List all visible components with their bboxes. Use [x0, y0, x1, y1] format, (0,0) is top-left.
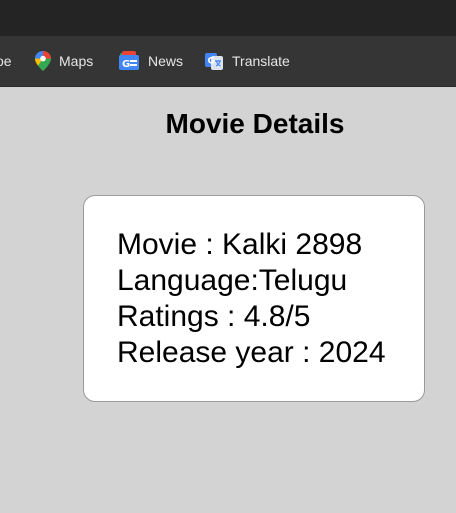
bookmark-youtube[interactable]: oe — [0, 36, 12, 86]
browser-title-bar — [0, 0, 456, 36]
movie-line: Movie : Kalki 2898 — [117, 228, 363, 261]
bookmarks-bar: oe Maps G News — [0, 36, 456, 87]
translate-icon: G — [204, 51, 224, 71]
bookmark-label: Translate — [232, 53, 290, 69]
language-line: Language:Telugu — [117, 264, 348, 297]
svg-text:G: G — [208, 57, 215, 67]
bookmark-label: Maps — [59, 53, 94, 69]
bookmark-news[interactable]: G News — [118, 36, 183, 86]
bookmark-label: oe — [0, 53, 12, 69]
release-year-line: Release year : 2024 — [117, 336, 386, 369]
bookmark-translate[interactable]: G Translate — [204, 36, 290, 86]
news-icon: G — [118, 51, 140, 71]
movie-details-card: Movie : Kalki 2898 Language:Telugu Ratin… — [83, 195, 425, 402]
svg-text:G: G — [122, 59, 130, 70]
movie-details-list: Movie : Kalki 2898 Language:Telugu Ratin… — [117, 227, 386, 371]
ratings-line: Ratings : 4.8/5 — [117, 300, 311, 333]
bookmark-label: News — [148, 53, 184, 69]
bookmark-maps[interactable]: Maps — [35, 36, 93, 86]
maps-icon — [35, 51, 51, 71]
page-title: Movie Details — [165, 108, 345, 139]
